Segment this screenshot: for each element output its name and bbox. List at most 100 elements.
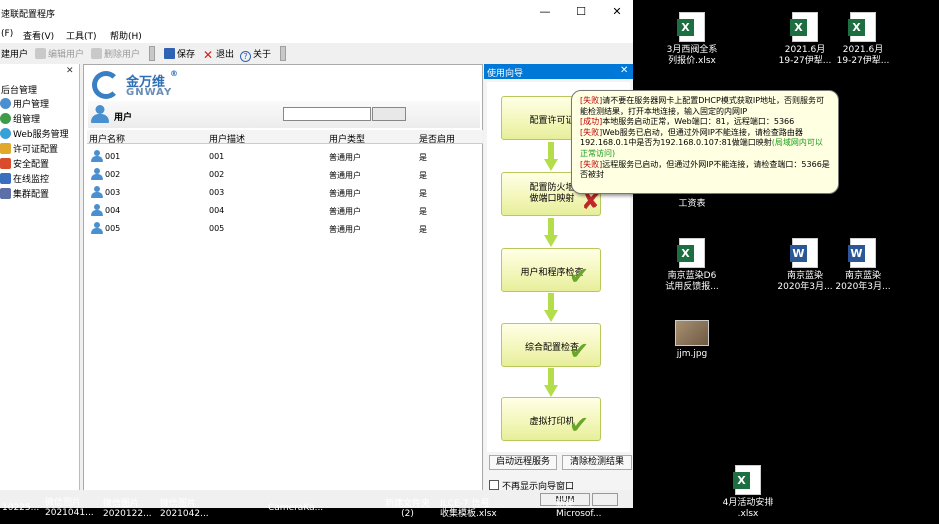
user-panel: 金万维 ® GNWAY 用户 用户名称 用户描述 用户类型 是否启用 001 0… [83, 64, 483, 508]
title-bar: 速联配置程序 — ☐ ✕ [0, 0, 633, 26]
monitor-icon [0, 173, 11, 184]
tree-item-users[interactable]: 用户管理 [0, 97, 49, 110]
tree-item-web[interactable]: Web服务管理 [0, 127, 69, 140]
delete-user-button[interactable]: 删除用户 [91, 47, 140, 60]
tree-item-monitor[interactable]: 在线监控 [0, 172, 49, 185]
desktop-bottom-label[interactable]: CameraKa... [268, 503, 323, 514]
excel-file-icon: X [790, 12, 818, 42]
save-label: 保存 [177, 50, 196, 60]
desktop-icon-label: 2021.6月 19-27伊犁... [836, 45, 890, 66]
tree-item-label: 在线监控 [13, 175, 50, 185]
tree-item-label: 集群配置 [13, 190, 50, 200]
desktop-icon-label: 南京蓝染 2020年3月... [777, 271, 833, 292]
table-row[interactable]: 005 005 普通用户 是 [87, 219, 483, 237]
col-enabled[interactable]: 是否启用 [419, 132, 455, 145]
desktop-bottom-label[interactable]: ILCE-7 信号 收集模板.xlsx [440, 499, 497, 519]
word-file-icon: W [848, 238, 876, 268]
close-button[interactable]: ✕ [610, 5, 624, 19]
desktop-icon-excel[interactable]: X 2021.6月 19-27伊犁... [831, 12, 895, 67]
ok-check-icon: ✔ [569, 262, 590, 290]
excel-file-icon: X [848, 12, 876, 42]
cell-type: 普通用户 [329, 189, 361, 198]
flow-arrow-icon [544, 142, 558, 172]
toolbar: 建用户 编辑用户 删除用户 保存 ✕ 退出 ? 关于 [0, 43, 633, 63]
add-user-button[interactable]: 建用户 [1, 47, 28, 60]
check-result-tooltip: [失败]请不要在服务器网卡上配置DHCP模式获取IP地址，否则服务可能检测结果，… [571, 90, 839, 194]
exit-button[interactable]: ✕ 退出 [203, 47, 234, 61]
edit-user-button[interactable]: 编辑用户 [35, 47, 84, 60]
edit-icon [35, 48, 46, 59]
menu-view[interactable]: 查看(V) [23, 29, 54, 42]
desktop-bottom-label[interactable]: 10225... [2, 503, 39, 514]
clear-results-button[interactable]: 清除检测结果 [562, 455, 632, 470]
table-row[interactable]: 004 004 普通用户 是 [87, 201, 483, 219]
desktop-icon-excel[interactable]: X 3月西阀全系 列报价.xlsx [660, 12, 724, 67]
desktop-icon-label: jjm.jpg [676, 349, 708, 359]
tree-item-groups[interactable]: 组管理 [0, 112, 40, 125]
maximize-button[interactable]: ☐ [574, 5, 588, 19]
nav-tree: ✕ 后台管理 用户管理 组管理 Web服务管理 许可证配置 安全配置 在线监控 … [0, 64, 80, 508]
desktop-bottom-label[interactable]: 微信图片 2020122... [103, 499, 152, 519]
col-desc[interactable]: 用户描述 [209, 132, 245, 145]
flow-arrow-icon [544, 218, 558, 248]
excel-file-icon: X [677, 238, 705, 268]
shield-icon [0, 158, 11, 169]
cell-type: 普通用户 [329, 153, 361, 162]
table-row[interactable]: 002 002 普通用户 是 [87, 165, 483, 183]
menu-tools[interactable]: 工具(T) [66, 29, 97, 42]
status-tag: [失败] [580, 127, 603, 137]
col-type[interactable]: 用户类型 [329, 132, 365, 145]
desktop-icon-excel[interactable]: X 2021.6月 19-27伊犁... [773, 12, 837, 67]
globe-icon [0, 128, 11, 139]
app-window: 速联配置程序 — ☐ ✕ (F) 查看(V) 工具(T) 帮助(H) 建用户 编… [0, 0, 633, 508]
tree-item-label: Web服务管理 [13, 130, 69, 140]
save-button[interactable]: 保存 [164, 47, 195, 60]
desktop-bottom-label[interactable]: 微信图片 2021042... [160, 499, 209, 519]
dont-show-checkbox[interactable] [489, 480, 499, 490]
desktop-icon-image[interactable]: jjm.jpg [660, 320, 724, 360]
status-tag: [失败] [580, 96, 603, 105]
wizard-title: 使用向导 [487, 69, 524, 79]
search-input[interactable] [283, 107, 371, 121]
table-row[interactable]: 001 001 普通用户 是 [87, 147, 483, 165]
desktop-icon-label: 南京蓝染 2020年3月... [835, 271, 891, 292]
tree-item-security[interactable]: 安全配置 [0, 157, 49, 170]
logo-mark-icon [92, 71, 120, 99]
desktop-icon-word[interactable]: W 南京蓝染 2020年3月... [773, 238, 837, 293]
cell-enabled: 是 [419, 207, 427, 216]
toolbar-grip-2[interactable] [280, 46, 286, 61]
gnway-logo: 金万维 ® GNWAY [92, 69, 182, 101]
status-tag: [失败] [580, 159, 603, 169]
about-button[interactable]: ? 关于 [240, 47, 271, 62]
desktop-icon-excel[interactable]: X 4月活动安排 .xlsx [716, 465, 780, 520]
search-button[interactable] [372, 107, 406, 121]
toolbar-grip[interactable] [149, 46, 155, 61]
col-name[interactable]: 用户名称 [89, 132, 125, 145]
desktop-icon-word[interactable]: W 南京蓝染 2020年3月... [831, 238, 895, 293]
tree-item-cluster[interactable]: 集群配置 [0, 187, 49, 200]
menu-help[interactable]: 帮助(H) [110, 29, 142, 42]
desktop-icon-folder[interactable]: 工资表 [660, 199, 724, 210]
tree-item-license[interactable]: 许可证配置 [0, 142, 58, 155]
tree-item-label: 安全配置 [13, 160, 50, 170]
wizard-close-icon[interactable]: ✕ [620, 65, 628, 76]
about-label: 关于 [253, 50, 272, 60]
cell-enabled: 是 [419, 189, 427, 198]
tree-close-icon[interactable]: ✕ [66, 66, 74, 76]
menu-file[interactable]: (F) [1, 29, 13, 39]
desktop-bottom-label[interactable]: 微信图片 2021041... [45, 498, 94, 518]
cell-desc: 005 [209, 224, 225, 233]
desktop-bottom-label[interactable]: 新建 Microsof... [556, 499, 602, 519]
user-icon [91, 222, 103, 234]
ok-check-icon: ✔ [569, 411, 590, 439]
start-service-button[interactable]: 启动远程服务 [489, 455, 557, 470]
cell-name: 002 [105, 170, 121, 179]
tree-root[interactable]: 后台管理 [1, 83, 37, 96]
desktop-bottom-label[interactable]: 新建文件夹 (2) [385, 499, 430, 519]
table-row[interactable]: 003 003 普通用户 是 [87, 183, 483, 201]
desktop-icon-label: 3月西阀全系 列报价.xlsx [666, 45, 718, 66]
exit-label: 退出 [216, 50, 235, 60]
minimize-button[interactable]: — [538, 5, 552, 19]
desktop-icon-excel[interactable]: X 南京蓝染D6 试用反馈报... [660, 238, 724, 293]
word-file-icon: W [790, 238, 818, 268]
